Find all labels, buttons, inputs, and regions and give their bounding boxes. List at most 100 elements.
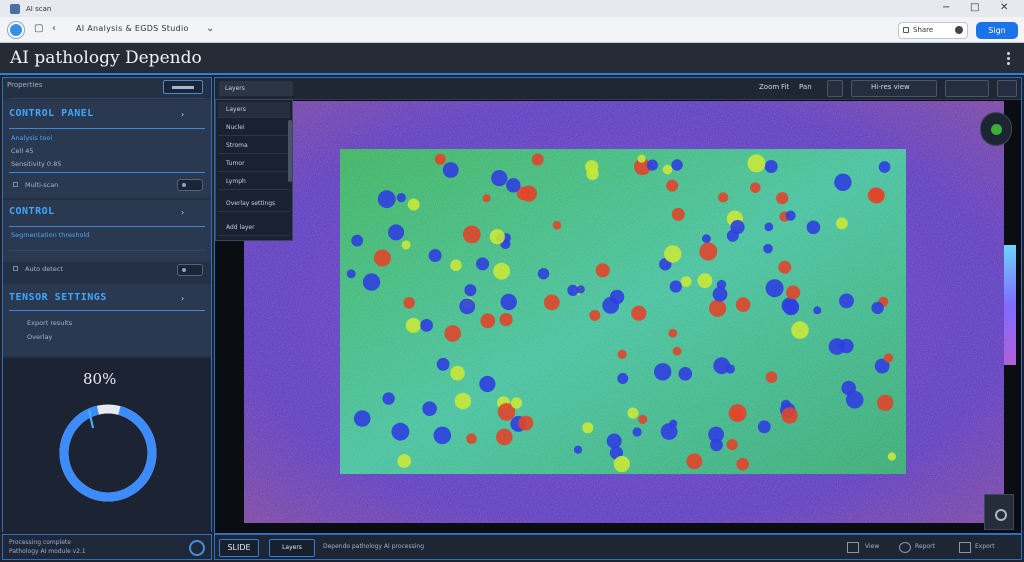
- checkbox[interactable]: [13, 182, 18, 187]
- dropdown-item[interactable]: Overlay settings: [218, 196, 290, 212]
- checkbox[interactable]: [13, 266, 18, 271]
- close-icon[interactable]: ✕: [1000, 0, 1008, 16]
- row-label: Segmentation threshold: [11, 231, 90, 239]
- export-icon[interactable]: [959, 542, 971, 553]
- sign-button[interactable]: Sign: [976, 22, 1018, 39]
- app-logo-icon[interactable]: [8, 22, 24, 38]
- cell-marker: [576, 285, 585, 294]
- browser-tab[interactable]: AI scan: [6, 2, 59, 16]
- report-icon[interactable]: [899, 542, 911, 553]
- section-title[interactable]: TENSOR SETTINGS: [9, 292, 107, 303]
- cell-marker: [606, 433, 622, 449]
- cell-marker: [702, 234, 711, 244]
- cell-marker: [353, 410, 371, 427]
- chevron-right-icon[interactable]: ›: [181, 294, 184, 303]
- forward-icon[interactable]: ‹: [52, 23, 56, 34]
- toggle-switch[interactable]: [177, 179, 203, 191]
- maximize-icon[interactable]: □: [970, 0, 979, 16]
- cell-marker: [678, 367, 693, 381]
- chevron-down-icon[interactable]: ⌄: [206, 23, 214, 34]
- toolbar-fit[interactable]: Fit: [781, 83, 789, 91]
- footer-version: Pathology AI module v2.1: [9, 548, 86, 555]
- toolbar-pan[interactable]: Pan: [799, 83, 812, 91]
- toolbar-zoom[interactable]: Zoom: [759, 83, 779, 91]
- cell-marker: [806, 220, 821, 235]
- cell-marker: [444, 325, 461, 342]
- gauge-fill: [59, 404, 157, 502]
- cell-marker: [479, 375, 496, 393]
- section-title[interactable]: CONTROL: [9, 206, 55, 217]
- cell-marker: [765, 371, 778, 384]
- cell-marker: [728, 404, 747, 423]
- cell-marker: [377, 190, 396, 209]
- view-label[interactable]: View: [865, 543, 879, 550]
- cell-marker: [420, 319, 433, 332]
- cell-marker: [433, 426, 452, 445]
- row-label[interactable]: Export results: [27, 319, 72, 327]
- cell-marker: [765, 279, 784, 298]
- cell-marker: [627, 407, 639, 419]
- cell-marker: [839, 293, 854, 309]
- cell-marker: [589, 309, 601, 321]
- settings-icon[interactable]: [189, 540, 205, 556]
- cell-marker: [672, 346, 682, 356]
- chevron-right-icon[interactable]: ›: [181, 110, 184, 119]
- cell-marker: [585, 160, 599, 174]
- gauge-label: 80%: [83, 370, 117, 388]
- dropdown-item[interactable]: Tumor: [218, 156, 290, 172]
- pathology-heatmap[interactable]: [244, 101, 1004, 523]
- view-options-button[interactable]: [945, 80, 989, 97]
- dropdown-item[interactable]: Layers: [218, 102, 290, 118]
- cell-marker: [781, 407, 798, 424]
- cell-marker: [750, 182, 761, 194]
- tab-layers[interactable]: Layers: [269, 539, 315, 557]
- cell-marker: [725, 364, 735, 374]
- tab-title: AI scan: [26, 5, 52, 13]
- cell-marker: [482, 194, 491, 203]
- cell-marker: [595, 263, 610, 278]
- ai-toggle-button[interactable]: [980, 112, 1012, 146]
- view-icon[interactable]: [847, 542, 859, 553]
- cell-marker: [454, 392, 472, 410]
- row-label: Auto detect: [25, 265, 63, 273]
- dropdown-item[interactable]: Stroma: [218, 138, 290, 154]
- minimize-icon[interactable]: −: [942, 0, 950, 16]
- cell-marker: [718, 192, 729, 203]
- cell-marker: [480, 313, 496, 329]
- bookmark-icon[interactable]: [827, 80, 843, 97]
- cell-marker: [654, 363, 672, 381]
- cell-marker: [764, 222, 774, 232]
- cell-marker: [836, 217, 848, 230]
- left-footer: Processing complete Pathology AI module …: [2, 534, 212, 560]
- cell-marker: [396, 193, 406, 203]
- dropdown-item[interactable]: Lymph: [218, 174, 290, 190]
- cell-marker: [462, 225, 481, 244]
- row-label[interactable]: Overlay: [27, 333, 52, 341]
- cell-marker: [834, 173, 852, 191]
- heatmap-canvas[interactable]: [244, 101, 1004, 523]
- url-field[interactable]: AI Analysis & EGDS Studio: [76, 24, 189, 33]
- chevron-right-icon[interactable]: ›: [181, 208, 184, 217]
- share-button[interactable]: Share: [898, 22, 968, 39]
- address-bar: ▢ ‹ AI Analysis & EGDS Studio ⌄ Share Si…: [0, 17, 1024, 43]
- section-title[interactable]: CONTROL PANEL: [9, 108, 94, 119]
- dropdown-scrollbar[interactable]: [288, 120, 292, 182]
- report-label[interactable]: Report: [915, 543, 935, 550]
- dropdown-item[interactable]: Add layer: [218, 220, 290, 236]
- cell-marker: [666, 179, 679, 192]
- cell-marker: [434, 153, 446, 165]
- more-menu-icon[interactable]: [1004, 51, 1012, 65]
- progress-gauge: 80%: [3, 358, 211, 532]
- fullscreen-button[interactable]: [984, 494, 1014, 530]
- more-icon[interactable]: [997, 80, 1017, 97]
- export-label[interactable]: Export: [975, 543, 995, 550]
- row-label: Multi-scan: [25, 181, 59, 189]
- tab-slide[interactable]: SLIDE: [219, 539, 259, 557]
- toggle-switch[interactable]: [177, 264, 203, 276]
- panel-header-button[interactable]: [163, 80, 203, 94]
- layers-crumb[interactable]: Layers: [219, 81, 293, 96]
- hires-view-label: Hi-res view: [871, 83, 910, 91]
- cell-marker: [699, 242, 718, 261]
- dropdown-item[interactable]: Nuclei: [218, 120, 290, 136]
- back-icon[interactable]: ▢: [34, 23, 43, 34]
